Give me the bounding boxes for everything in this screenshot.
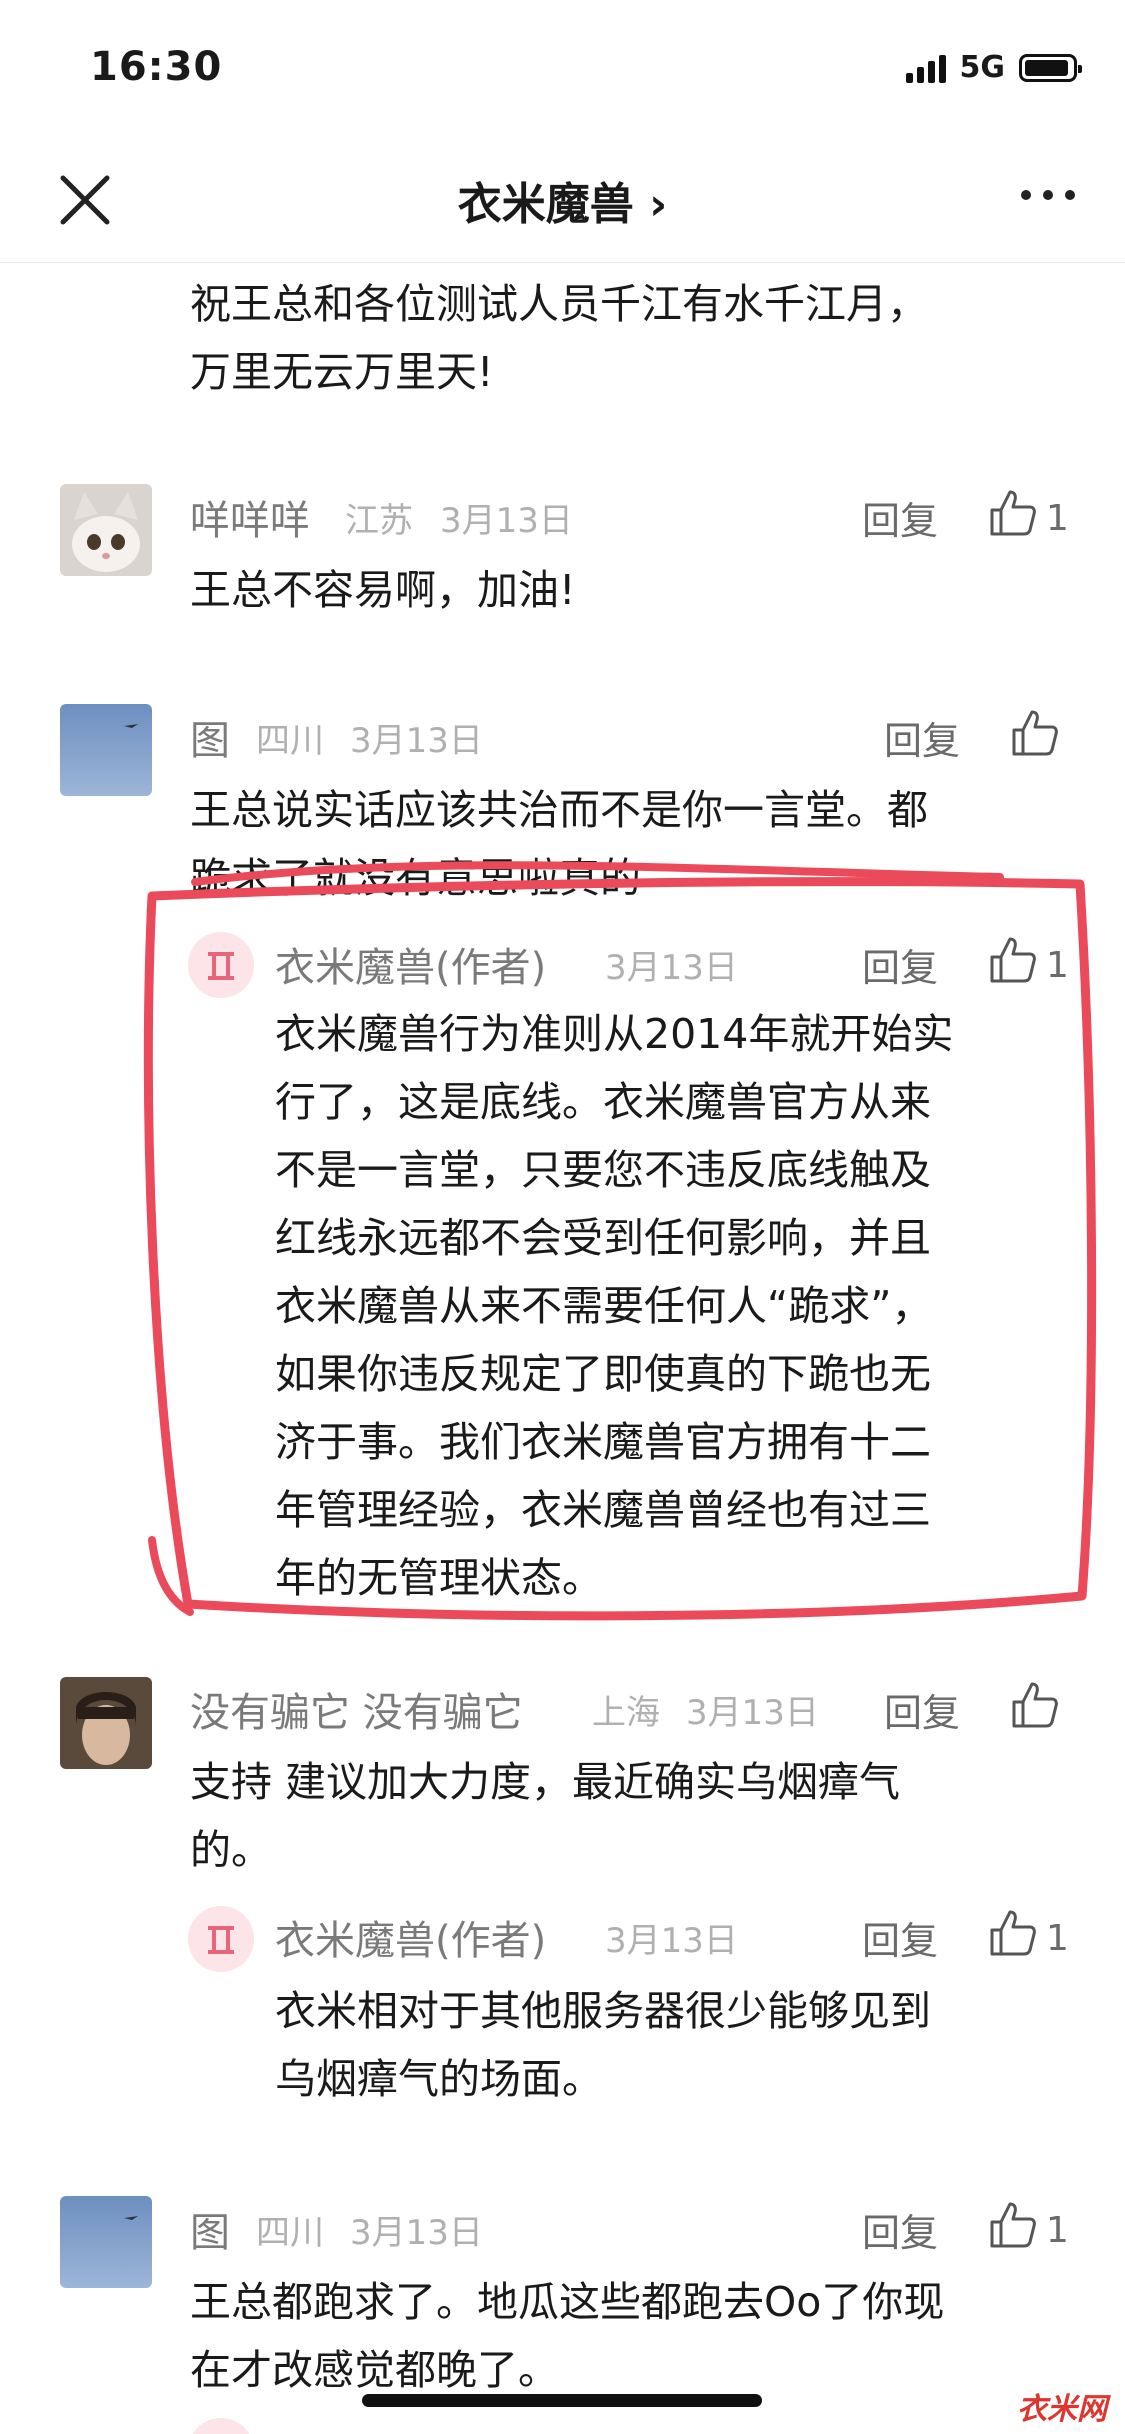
- battery-icon: [1019, 53, 1082, 82]
- like-icon[interactable]: [1010, 708, 1060, 758]
- comment-text: 支持 建议加大力度，最近确实乌烟瘴气: [190, 1758, 901, 1806]
- reply-text: 年管理经验，衣米魔兽曾经也有过三: [275, 1486, 931, 1534]
- comment-text: 的。: [190, 1826, 272, 1874]
- comment-text: 王总说实话应该共治而不是你一言堂。都: [190, 786, 928, 834]
- like-count: 1: [1046, 498, 1069, 539]
- like-icon[interactable]: [988, 488, 1038, 538]
- comment-text: 万里无云万里天!: [190, 348, 494, 396]
- comment-location: 上海: [592, 1693, 660, 1733]
- like-icon[interactable]: [1010, 1680, 1060, 1730]
- like-count: 1: [1046, 1918, 1069, 1959]
- comment-location: 四川: [256, 2213, 324, 2253]
- comment-text: 祝王总和各位测试人员千江有水千江月，: [190, 280, 928, 328]
- reply-text: 如果你违反规定了即使真的下跪也无: [275, 1350, 931, 1398]
- status-time: 16:30: [90, 44, 223, 90]
- reply-button[interactable]: 回复: [884, 710, 960, 765]
- reply-text: 济于事。我们衣米魔兽官方拥有十二: [275, 1418, 931, 1466]
- reply-text: 衣米相对于其他服务器很少能够见到: [275, 1987, 931, 2035]
- status-indicators: 5G: [905, 50, 1082, 85]
- comment-text: 王总都跑求了。地瓜这些都跑去Oo了你现: [190, 2278, 945, 2326]
- reply-text: 衣米魔兽行为准则从2014年就开始实: [275, 1010, 954, 1058]
- comment-location: 四川: [256, 721, 324, 761]
- page-title[interactable]: 衣米魔兽 ›: [0, 168, 1125, 232]
- reply-text: 乌烟瘴气的场面。: [275, 2055, 603, 2103]
- comment-date: 3月13日: [350, 2213, 483, 2253]
- reply-text: 不是一言堂，只要您不违反底线触及: [275, 1146, 931, 1194]
- reply-button[interactable]: 回复: [862, 1910, 938, 1965]
- reply-button[interactable]: 回复: [862, 937, 938, 992]
- avatar-sky[interactable]: [60, 704, 152, 796]
- reply-text: 衣米魔兽从来不需要任何人“跪求”，: [275, 1282, 933, 1330]
- reply-button[interactable]: 回复: [884, 1682, 960, 1737]
- author-avatar[interactable]: [188, 932, 254, 998]
- comment-location: 江苏: [345, 501, 413, 541]
- watermark-logo: 衣米网: [1017, 2392, 1107, 2427]
- commenter-name[interactable]: 图: [190, 2200, 230, 2258]
- more-icon[interactable]: [1021, 190, 1075, 200]
- signal-icon: [905, 53, 946, 83]
- comment-date: 3月13日: [686, 1693, 819, 1733]
- commenter-name[interactable]: 咩咩咩: [190, 488, 310, 546]
- comment-text: 王总不容易啊，加油!: [190, 566, 576, 614]
- commenter-name[interactable]: 没有骗它 没有骗它: [190, 1680, 523, 1738]
- avatar-sky[interactable]: [60, 2196, 152, 2288]
- home-indicator[interactable]: [362, 2394, 762, 2407]
- reply-text: 红线永远都不会受到任何影响，并且: [275, 1214, 931, 1262]
- like-count: 1: [1046, 945, 1069, 986]
- like-icon[interactable]: [988, 935, 1038, 985]
- reply-button[interactable]: 回复: [862, 2202, 938, 2257]
- commenter-name[interactable]: 图: [190, 708, 230, 766]
- comment-date: 3月13日: [440, 501, 573, 541]
- avatar-cat[interactable]: [60, 484, 152, 576]
- author-avatar[interactable]: [188, 1906, 254, 1972]
- comment-date: 3月13日: [350, 721, 483, 761]
- author-avatar: [188, 2418, 254, 2434]
- reply-button[interactable]: 回复: [862, 490, 938, 545]
- reply-text: 行了，这是底线。衣米魔兽官方从来: [275, 1078, 931, 1126]
- reply-text: 年的无管理状态。: [275, 1554, 603, 1602]
- like-icon[interactable]: [988, 2200, 1038, 2250]
- author-name[interactable]: 衣米魔兽(作者): [275, 1908, 546, 1966]
- header-divider: [0, 262, 1125, 263]
- network-type: 5G: [959, 50, 1006, 85]
- like-count: 1: [1046, 2210, 1069, 2251]
- avatar-portrait[interactable]: [60, 1677, 152, 1769]
- comment-date: 3月13日: [605, 1921, 738, 1961]
- comment-text: 跪求了就没有意思啦真的: [190, 854, 641, 902]
- comment-date: 3月13日: [605, 948, 738, 988]
- author-name[interactable]: 衣米魔兽(作者): [275, 935, 546, 993]
- like-icon[interactable]: [988, 1908, 1038, 1958]
